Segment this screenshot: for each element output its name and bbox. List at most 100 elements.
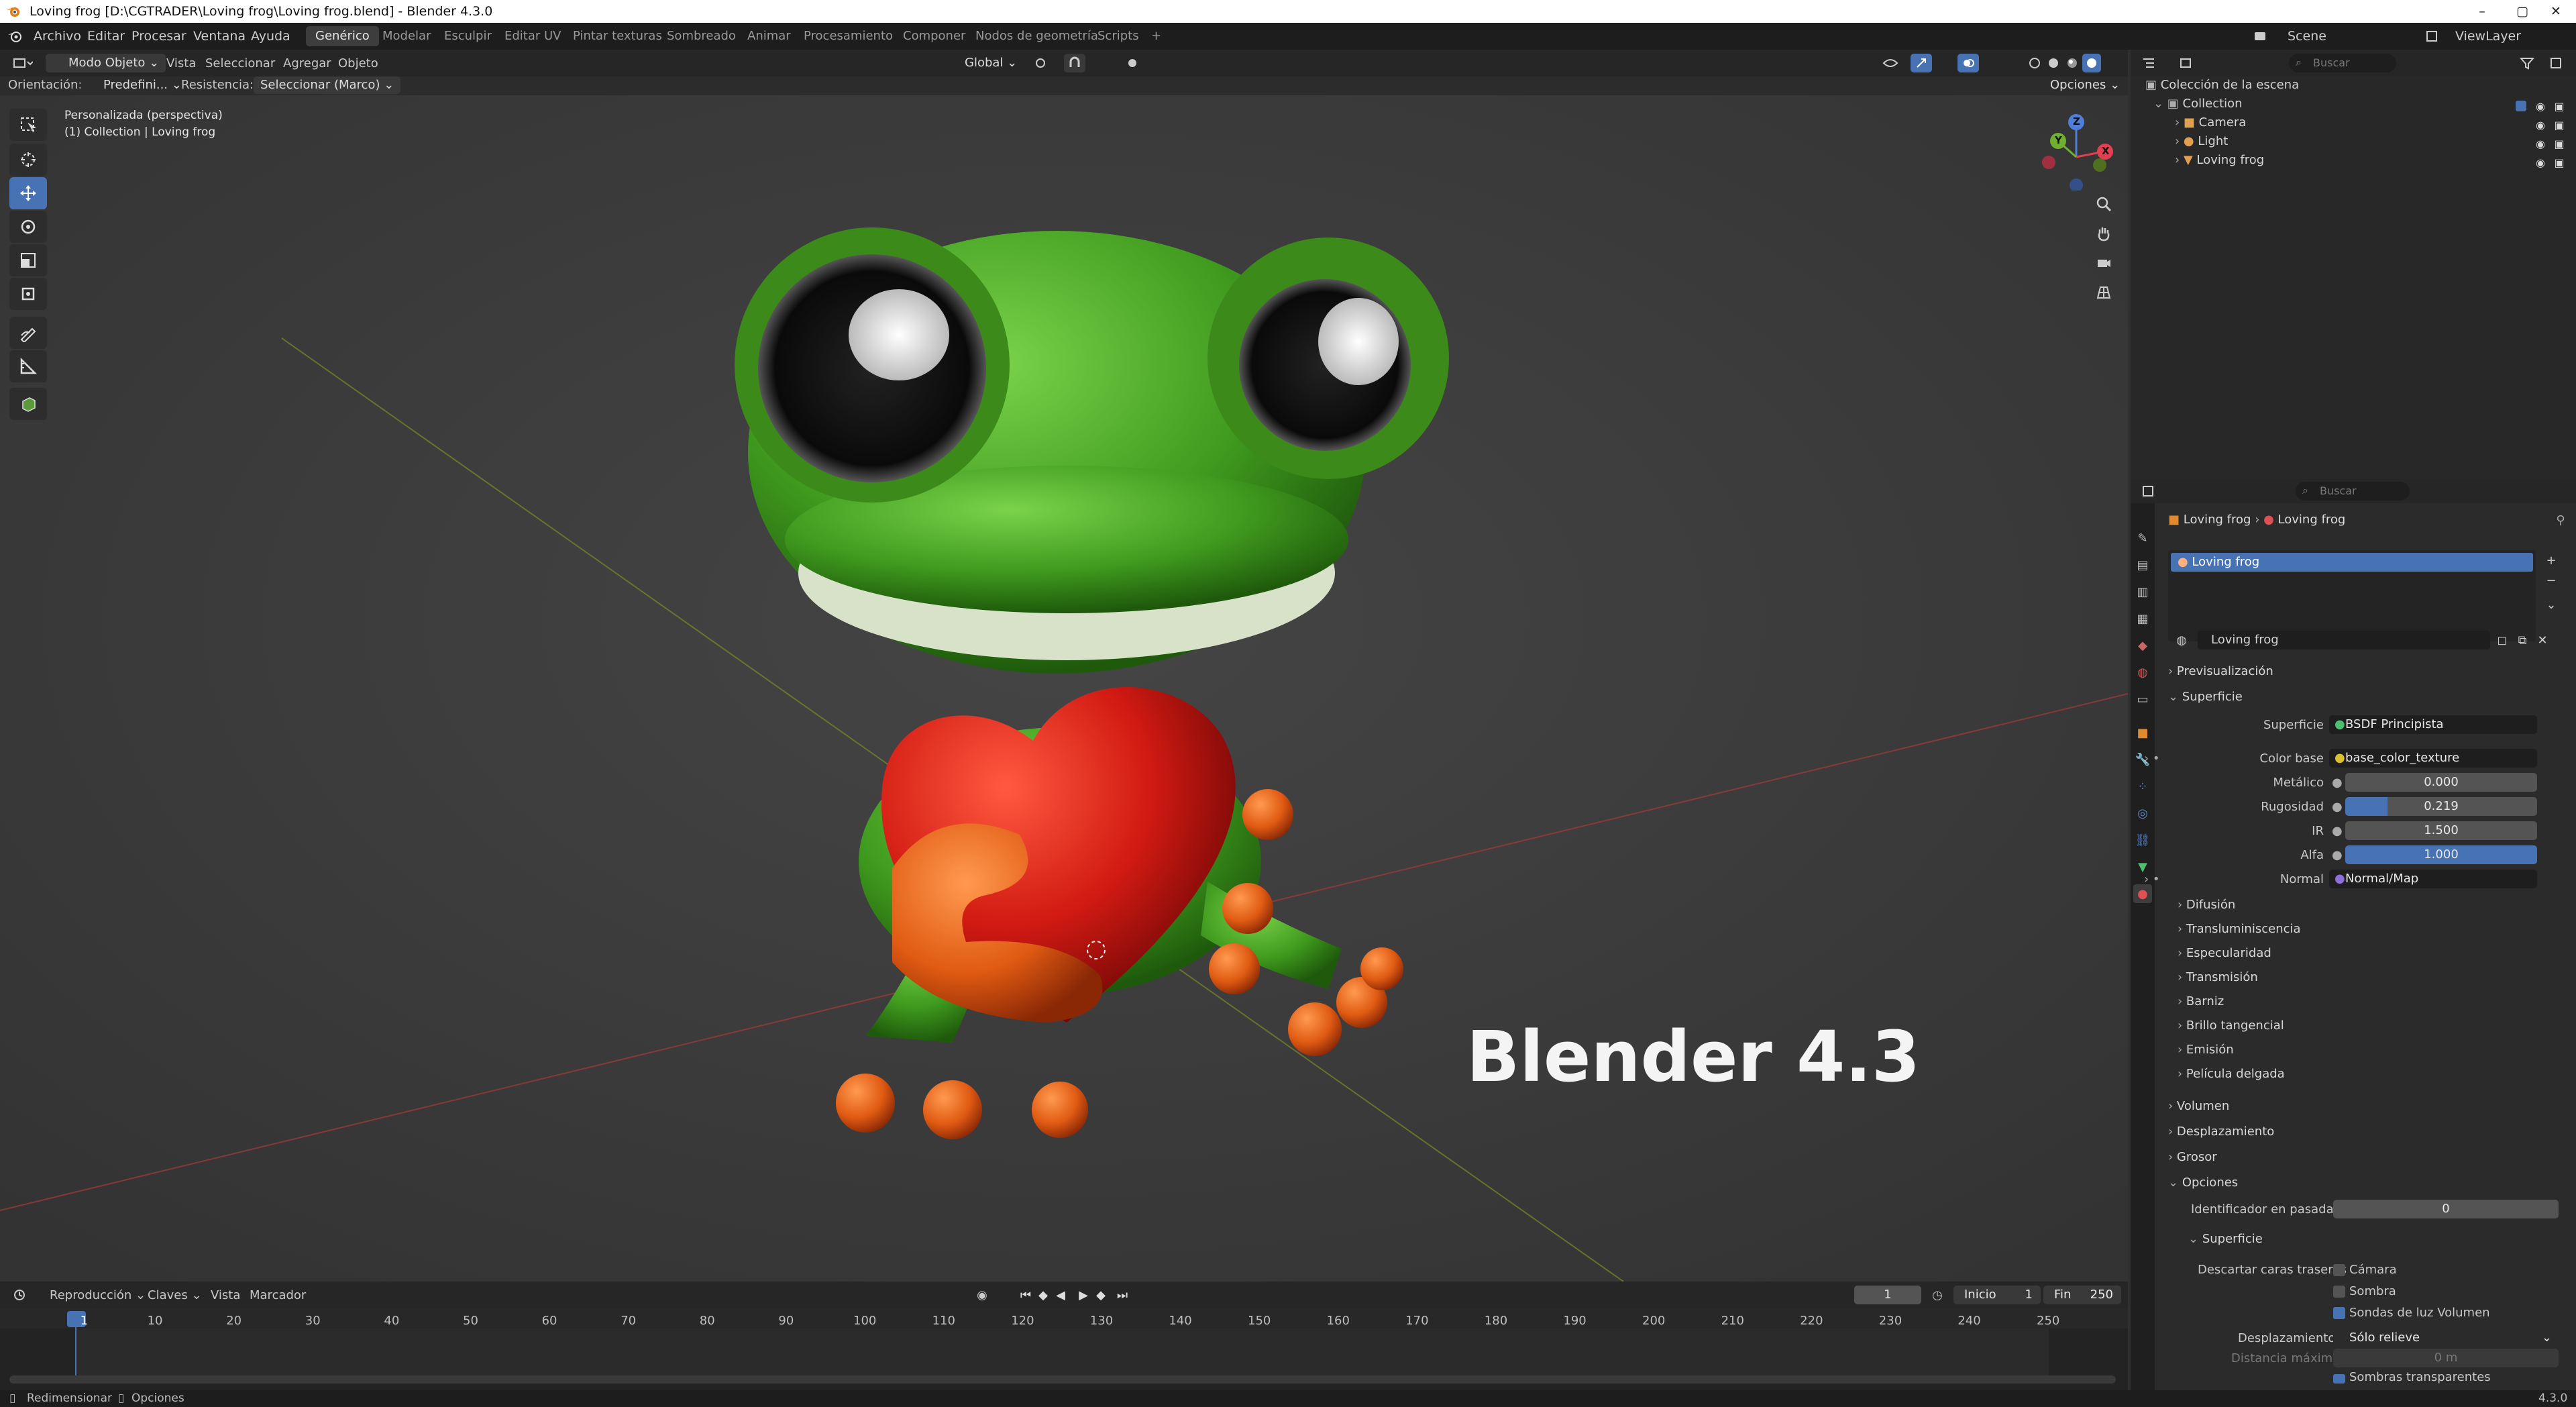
subsection-pelicula-delgada[interactable]: › Película delgada xyxy=(2178,1063,2285,1086)
jump-end-icon[interactable]: ⏭ xyxy=(1114,1287,1131,1303)
add-workspace-button[interactable]: + xyxy=(1142,26,1171,46)
metallic-slider[interactable]: 0.000 xyxy=(2345,773,2537,792)
tab-pintar-texturas[interactable]: Pintar texturas xyxy=(564,26,672,46)
current-frame-field[interactable]: 1 xyxy=(1854,1286,1921,1304)
properties-editor-icon[interactable] xyxy=(2139,483,2165,499)
menu-marcador[interactable]: Marcador xyxy=(250,1288,306,1302)
outliner-search-input[interactable]: ⌕ Buscar xyxy=(2289,54,2396,72)
material-browse-icon[interactable]: ◍ xyxy=(2168,631,2195,649)
outliner-item-camera[interactable]: › ■ Camera xyxy=(2175,113,2246,133)
prev-keyframe-icon[interactable]: ◆ xyxy=(1034,1287,1052,1303)
visibility-selector-icon[interactable] xyxy=(1877,54,1904,72)
output-tab-icon[interactable]: ▥ xyxy=(2135,584,2151,600)
object-tab-icon[interactable]: ■ xyxy=(2135,725,2151,741)
transform-orientation-select[interactable]: Global ⌄ xyxy=(943,54,1024,72)
fake-user-icon[interactable]: ◻ xyxy=(2493,631,2512,649)
menu-vista-timeline[interactable]: Vista xyxy=(211,1288,240,1302)
scene-icon[interactable] xyxy=(2251,28,2270,44)
transform-tool-icon[interactable] xyxy=(9,278,47,310)
wireframe-shading-icon[interactable] xyxy=(2026,54,2043,72)
clock-icon[interactable]: ◷ xyxy=(1928,1287,1947,1303)
proportional-edit-icon[interactable] xyxy=(1123,54,1142,72)
material-name-field[interactable]: Loving frog xyxy=(2198,631,2490,649)
jump-start-icon[interactable]: ⏮ xyxy=(1017,1287,1034,1303)
pivot-icon[interactable] xyxy=(1029,55,1059,71)
outliner-item-loving-frog[interactable]: › ▼ Loving frog xyxy=(2175,150,2264,170)
scale-tool-icon[interactable] xyxy=(9,244,47,276)
surface-shader-field[interactable]: ● BSDF Principista xyxy=(2329,715,2537,734)
backface-shadow-checkbox[interactable] xyxy=(2333,1286,2345,1298)
measure-tool-icon[interactable] xyxy=(9,350,47,382)
move-tool-icon[interactable] xyxy=(9,177,47,209)
scene-tab-icon[interactable]: ◆ xyxy=(2135,637,2151,654)
pass-index-field[interactable]: 0 xyxy=(2333,1200,2559,1218)
subsection-transluminiscencia[interactable]: › Transluminiscencia xyxy=(2178,918,2301,941)
gizmo-toggle-icon[interactable] xyxy=(1911,54,1932,72)
eye-icon[interactable]: ◉ xyxy=(2532,98,2549,114)
alpha-slider[interactable]: 1.000 xyxy=(2345,845,2537,864)
start-frame-field[interactable]: Inicio 1 xyxy=(1953,1286,2041,1304)
eye-icon[interactable]: ◉ xyxy=(2532,154,2549,170)
section-thickness[interactable]: › Grosor xyxy=(2168,1146,2217,1169)
select-box-icon[interactable] xyxy=(9,109,47,141)
play-icon[interactable]: ▶ xyxy=(1075,1287,1092,1303)
tab-sombreado[interactable]: Sombreado xyxy=(657,26,745,46)
tab-procesamiento[interactable]: Procesamiento xyxy=(794,26,902,46)
menu-agregar[interactable]: Agregar xyxy=(283,56,331,70)
unlink-material-icon[interactable]: ✕ xyxy=(2533,631,2552,649)
minimize-button[interactable]: – xyxy=(2462,0,2502,23)
slot-menu-icon[interactable]: ⌄ xyxy=(2542,596,2560,613)
mode-select[interactable]: Modo Objeto ⌄ xyxy=(46,54,166,72)
tab-nodos-geometria[interactable]: Nodos de geometría xyxy=(966,26,1108,46)
outliner-item-light[interactable]: › ● Light xyxy=(2175,132,2228,152)
eye-icon[interactable]: ◉ xyxy=(2532,136,2549,152)
displacement-method-select[interactable]: Sólo relieve ⌄ xyxy=(2333,1328,2559,1347)
tab-modelar[interactable]: Modelar xyxy=(373,26,440,46)
new-collection-icon[interactable] xyxy=(2544,55,2571,71)
menu-seleccionar[interactable]: Seleccionar xyxy=(205,56,275,70)
menu-archivo[interactable]: Archivo xyxy=(34,23,81,50)
section-surface[interactable]: ⌄ Superficie xyxy=(2168,686,2243,709)
options-dropdown[interactable]: Opciones ⌄ xyxy=(2043,76,2127,94)
render-tab-icon[interactable]: ▤ xyxy=(2135,557,2151,573)
zoom-icon[interactable] xyxy=(2092,192,2116,216)
remove-slot-icon[interactable]: − xyxy=(2542,572,2560,589)
viewlayer-icon[interactable] xyxy=(2423,28,2442,44)
properties-search-input[interactable]: ⌕ Buscar xyxy=(2296,482,2410,501)
blender-menu-icon[interactable] xyxy=(7,29,23,44)
drag-select[interactable]: Seleccionar (Marco) ⌄ xyxy=(254,76,401,94)
collection-tab-icon[interactable]: ▭ xyxy=(2135,691,2151,707)
subsection-barniz[interactable]: › Barniz xyxy=(2178,990,2224,1013)
3d-viewport[interactable]: Personalizada (perspectiva) (1) Collecti… xyxy=(0,76,2128,1282)
menu-reproduccion[interactable]: Reproducción ⌄ xyxy=(50,1288,146,1302)
timeline-editor-icon[interactable] xyxy=(9,1287,36,1303)
ior-field[interactable]: 1.500 xyxy=(2345,821,2537,840)
cursor-tool-icon[interactable] xyxy=(9,144,47,176)
pan-hand-icon[interactable] xyxy=(2092,221,2116,246)
base-color-field[interactable]: ● base_color_texture xyxy=(2329,749,2537,768)
tab-scripts[interactable]: Scripts xyxy=(1088,26,1148,46)
camera-render-icon[interactable]: ▣ xyxy=(2551,136,2568,152)
section-displacement[interactable]: › Desplazamiento xyxy=(2168,1121,2274,1143)
add-cube-tool-icon[interactable] xyxy=(9,388,47,420)
editor-type-icon[interactable] xyxy=(9,55,36,71)
navigation-gizmo[interactable]: Z X Y xyxy=(2039,110,2113,191)
subsection-difusion[interactable]: › Difusión xyxy=(2178,894,2235,917)
world-tab-icon[interactable]: ◍ xyxy=(2135,664,2151,680)
camera-render-icon[interactable]: ▣ xyxy=(2551,98,2568,114)
tab-generico[interactable]: Genérico xyxy=(306,26,379,46)
timeline-range[interactable] xyxy=(76,1328,2049,1382)
section-preview[interactable]: › Previsualización xyxy=(2168,660,2273,683)
timeline-scrollbar[interactable] xyxy=(9,1375,2116,1384)
menu-claves[interactable]: Claves ⌄ xyxy=(148,1288,202,1302)
camera-render-icon[interactable]: ▣ xyxy=(2551,154,2568,170)
menu-vista[interactable]: Vista xyxy=(166,56,196,70)
backface-camera-checkbox[interactable] xyxy=(2333,1264,2345,1276)
pin-icon[interactable]: ⚲ xyxy=(2552,511,2569,529)
menu-ayuda[interactable]: Ayuda xyxy=(251,23,290,50)
max-distance-field[interactable]: 0 m xyxy=(2333,1349,2559,1367)
subsection-transmision[interactable]: › Transmisión xyxy=(2178,966,2258,989)
menu-ventana[interactable]: Ventana xyxy=(193,23,246,50)
scene-name[interactable]: Scene xyxy=(2288,23,2326,50)
rotate-tool-icon[interactable] xyxy=(9,211,47,243)
